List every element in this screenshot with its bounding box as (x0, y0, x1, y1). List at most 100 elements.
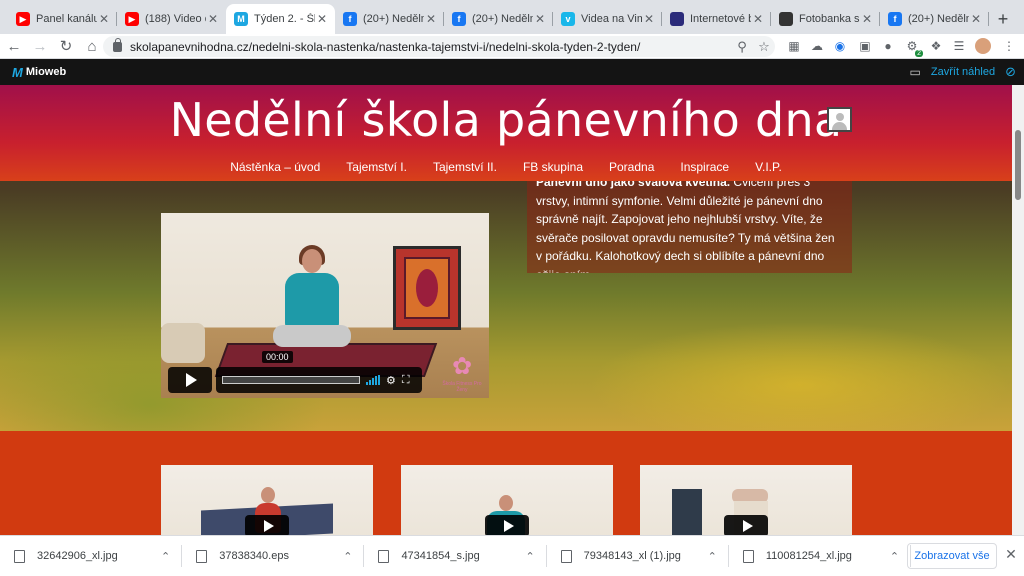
forward-icon[interactable]: → (28, 34, 52, 58)
close-tab-icon[interactable]: ✕ (97, 12, 111, 26)
video-control-bar: 00:00 ⚙ ⛶ (216, 351, 422, 393)
bookmark-star-icon[interactable]: ☆ (753, 39, 775, 55)
menu-item[interactable]: Inspirace (667, 160, 742, 174)
tab-title: Fotobanka s p (799, 13, 860, 25)
blue-circle-extension-icon[interactable]: ◉ (831, 37, 849, 55)
badge-extension-icon[interactable]: ⚙ 2 (903, 37, 923, 57)
mioweb-logo-icon: M (12, 64, 23, 80)
download-filename: 37838340.eps (219, 550, 289, 562)
browser-tab[interactable]: ▶ Panel kanálu ✕ (8, 4, 117, 34)
mioweb-logo-text: Mioweb (25, 66, 67, 78)
file-icon (14, 549, 25, 563)
presenter-legs (273, 325, 351, 347)
menu-item[interactable]: V.I.P. (742, 160, 795, 174)
file-icon (742, 549, 754, 563)
menu-item[interactable]: Tajemství I. (333, 160, 420, 174)
browser-tab[interactable]: f (20+) Nedělní ✕ (444, 4, 553, 34)
menu-item[interactable]: Nástěnka – úvod (217, 160, 333, 174)
chevron-up-icon[interactable]: ⌃ (343, 550, 352, 563)
address-bar[interactable]: skolapanevnihodna.cz/nedelni-skola-naste… (103, 36, 775, 57)
browser-menu-icon[interactable]: ⋮ (1000, 37, 1018, 55)
close-tab-icon[interactable]: ✕ (751, 12, 765, 26)
facebook-extension-icon[interactable]: ▣ (856, 37, 874, 55)
close-tab-icon[interactable]: ✕ (860, 12, 874, 26)
close-tab-icon[interactable]: ✕ (315, 12, 329, 26)
browser-tab[interactable]: f (20+) Nedělní ✕ (880, 4, 989, 34)
scrollbar-thumb[interactable] (1015, 130, 1021, 200)
download-item[interactable]: 37838340.eps ⌃ (182, 536, 365, 576)
mioweb-logo[interactable]: M Mioweb (12, 65, 66, 80)
show-all-downloads-button[interactable]: Zobrazovat vše (907, 543, 997, 569)
presenter-body (285, 273, 339, 331)
fullscreen-icon[interactable]: ⛶ (402, 374, 410, 387)
extensions-puzzle-icon[interactable]: ❖ (927, 37, 945, 55)
url-text[interactable]: skolapanevnihodna.cz/nedelni-skola-naste… (130, 40, 731, 54)
watermark-text: Škola Fitness Pro Ženy (442, 381, 482, 393)
user-avatar-icon[interactable] (827, 107, 852, 132)
video-progress-track[interactable] (222, 376, 360, 384)
home-icon[interactable]: ⌂ (80, 34, 104, 58)
intro-bold: Pánevní dno jako svalová květina. (536, 181, 731, 189)
reload-icon[interactable]: ↻ (54, 34, 78, 58)
video-thumbnail-1[interactable] (161, 465, 373, 535)
new-tab-icon[interactable]: + (989, 4, 1017, 34)
page-scrollbar[interactable] (1012, 85, 1024, 535)
monitor-preview-icon[interactable]: ▭ (910, 65, 921, 79)
settings-gear-icon[interactable]: ⚙ (386, 374, 396, 387)
close-tab-icon[interactable]: ✕ (969, 12, 983, 26)
wall-rug (393, 246, 461, 330)
thumbnail-2-play-button[interactable] (485, 515, 529, 535)
download-item[interactable]: 32642906_xl.jpg ⌃ (0, 536, 183, 576)
extension-puzzle-grid-icon[interactable]: ▦ (785, 37, 803, 55)
browser-tab[interactable]: Fotobanka s p✕ (771, 4, 880, 34)
browser-tab[interactable]: ▶ (188) Video č ✕ (117, 4, 226, 34)
download-item[interactable]: 47341854_s.jpg ⌃ (364, 536, 547, 576)
chevron-up-icon[interactable]: ⌃ (890, 550, 899, 563)
thumb-2-figure-head (499, 495, 513, 511)
web-page: Nedělní škola pánevního dna Nástěnka – ú… (0, 85, 1012, 535)
chevron-up-icon[interactable]: ⌃ (525, 550, 534, 563)
close-download-bar-icon[interactable]: ✕ (1002, 546, 1020, 566)
tab-title: Videa na Vim (581, 13, 642, 25)
menu-item[interactable]: FB skupina (510, 160, 596, 174)
eye-hidden-icon[interactable]: ⊘ (1005, 64, 1016, 80)
volume-icon[interactable] (366, 375, 380, 385)
video-time: 00:00 (262, 351, 293, 363)
play-button[interactable] (168, 367, 212, 393)
download-item[interactable]: 79348143_xl (1).jpg ⌃ (547, 536, 730, 576)
youtube-icon: ▶ (125, 12, 139, 26)
close-preview-link[interactable]: Zavřít náhled (931, 66, 995, 78)
download-filename: 79348143_xl (1).jpg (583, 550, 681, 562)
thumbnail-1-play-button[interactable] (245, 515, 289, 535)
browser-tab[interactable]: M Týden 2. - Šk ✕ (226, 4, 335, 34)
browser-tab[interactable]: Internetové b ✕ (662, 4, 771, 34)
video-thumbnail-2[interactable] (401, 465, 613, 535)
close-tab-icon[interactable]: ✕ (642, 12, 656, 26)
file-icon (560, 549, 572, 563)
back-icon[interactable]: ← (2, 34, 26, 58)
profile-avatar-icon[interactable] (974, 37, 992, 55)
chevron-up-icon[interactable]: ⌃ (161, 550, 170, 563)
download-item[interactable]: 110081254_xl.jpg ⌃ (729, 536, 912, 576)
file-icon (378, 549, 390, 563)
browser-tab[interactable]: f (20+) Nedělní ✕ (335, 4, 444, 34)
close-tab-icon[interactable]: ✕ (424, 12, 438, 26)
intro-text: Cvičení přes 3 vrstvy, intimní symfonie.… (536, 181, 835, 273)
vimeo-icon: v (561, 12, 575, 26)
cloud-extension-icon[interactable]: ☁ (808, 37, 826, 55)
thumbnail-3-play-button[interactable] (724, 515, 768, 535)
camera-extension-icon[interactable]: ● (879, 37, 897, 55)
facebook-icon: f (452, 12, 466, 26)
site-menu: Nástěnka – úvod Tajemství I. Tajemství II.… (0, 160, 1012, 174)
menu-item[interactable]: Tajemství II. (420, 160, 510, 174)
tab-title: (20+) Nedělní (472, 13, 533, 25)
chevron-up-icon[interactable]: ⌃ (708, 550, 717, 563)
close-tab-icon[interactable]: ✕ (206, 12, 220, 26)
browser-tab[interactable]: v Videa na Vim ✕ (553, 4, 662, 34)
video-thumbnail-3[interactable] (640, 465, 852, 535)
close-tab-icon[interactable]: ✕ (533, 12, 547, 26)
menu-item[interactable]: Poradna (596, 160, 667, 174)
zoom-icon[interactable]: ⚲ (731, 39, 753, 55)
media-control-icon[interactable]: ☰ (950, 37, 968, 55)
video-player[interactable]: ✿ Škola Fitness Pro Ženy 00:00 ⚙ ⛶ (161, 213, 489, 398)
